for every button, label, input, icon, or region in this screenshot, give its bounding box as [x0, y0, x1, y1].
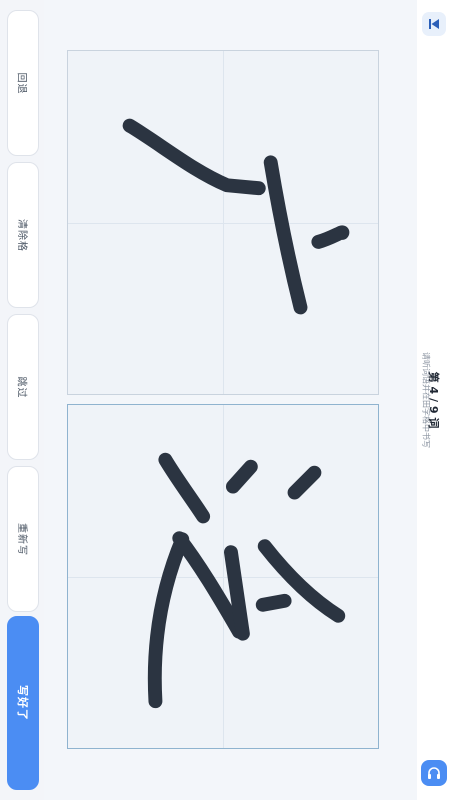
handwriting-strokes-2	[147, 452, 346, 709]
progress-total: 9	[427, 405, 440, 414]
progress-current: 4	[427, 386, 440, 395]
undo-button[interactable]: 回退	[7, 10, 39, 156]
skip-button[interactable]: 跳过	[7, 314, 39, 460]
progress-indicator: 第 4 / 9 词	[421, 370, 447, 430]
writing-cell-2[interactable]	[67, 404, 379, 749]
writing-board	[44, 0, 417, 800]
clear-cell-label: 清除格	[15, 218, 27, 252]
rewrite-label: 重新写	[15, 522, 27, 556]
progress-suffix: 词	[427, 417, 440, 429]
skip-label: 跳过	[15, 376, 27, 398]
listen-button[interactable]	[421, 760, 447, 786]
undo-label: 回退	[15, 72, 27, 94]
skip-back-button[interactable]	[422, 12, 446, 36]
handwriting-strokes-1	[122, 118, 350, 315]
action-rail: 回退 清除格 跳过 重新写 写好了	[0, 0, 44, 800]
submit-label: 写好了	[16, 685, 29, 721]
headphones-icon	[428, 767, 440, 779]
writing-cell-1[interactable]	[67, 50, 379, 395]
dictation-screen: 回退 清除格 跳过 重新写 写好了 请听词语并在田字格中书写 第 4 / 9 词	[0, 0, 450, 800]
skip-back-icon	[429, 19, 439, 29]
submit-button[interactable]: 写好了	[7, 616, 39, 790]
rewrite-button[interactable]: 重新写	[7, 466, 39, 612]
clear-cell-button[interactable]: 清除格	[7, 162, 39, 308]
info-panel: 请听词语并在田字格中书写 第 4 / 9 词	[417, 0, 450, 800]
progress-prefix: 第	[427, 371, 440, 383]
progress-separator: /	[427, 397, 440, 403]
